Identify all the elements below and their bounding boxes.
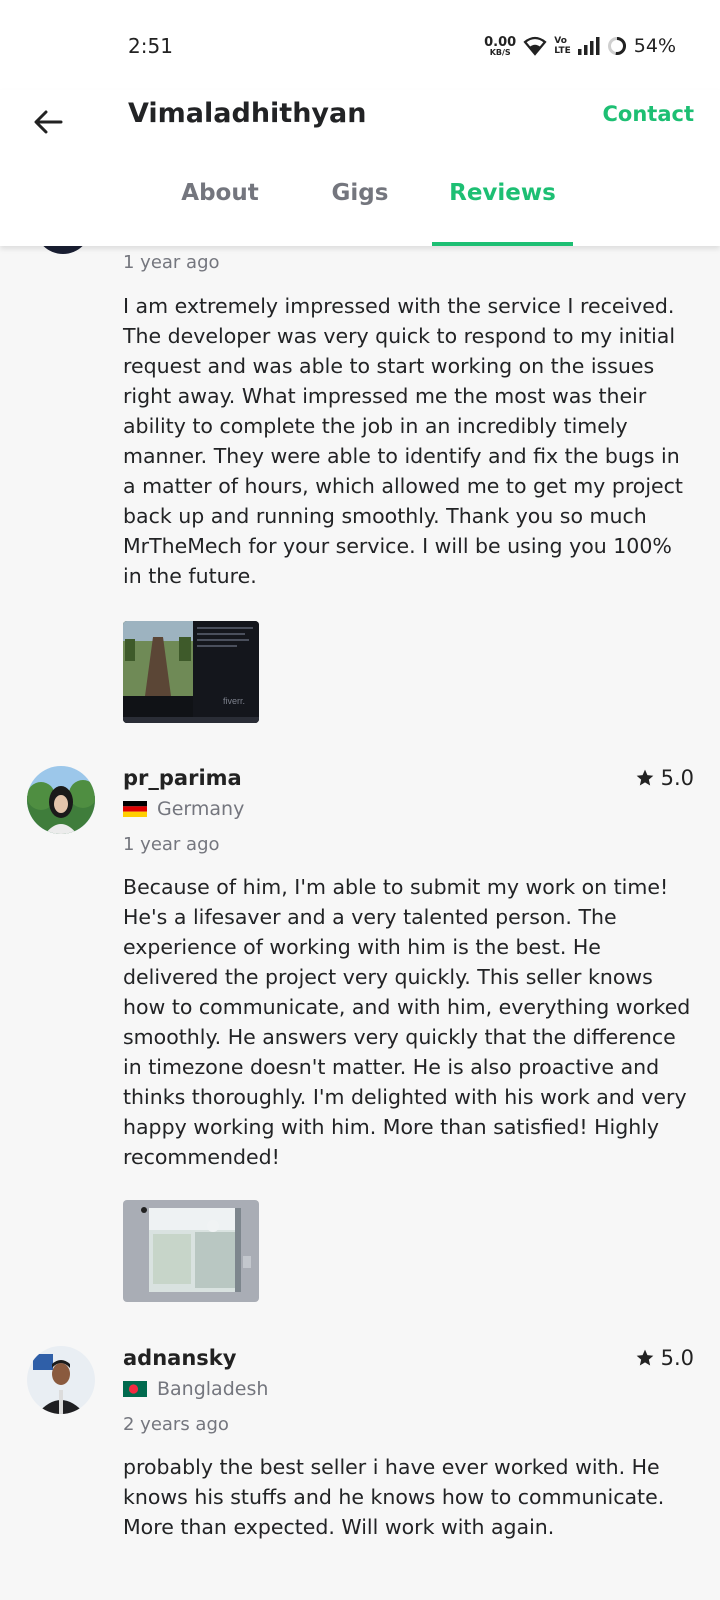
volte-indicator: Vo LTE <box>554 36 571 56</box>
avatar[interactable] <box>27 1346 95 1414</box>
review-attachment-image[interactable]: fiverr. <box>123 621 259 723</box>
network-speed-value: 0.00 <box>484 34 517 50</box>
tab-bar: About Gigs Reviews <box>0 174 720 246</box>
back-button[interactable] <box>28 102 68 142</box>
review-username[interactable]: pr_parima <box>123 766 242 790</box>
review-username[interactable]: adnansky <box>123 1346 236 1370</box>
battery-icon <box>607 36 626 55</box>
tab-about[interactable]: About <box>160 174 280 246</box>
wifi-icon <box>523 36 547 56</box>
arrow-left-icon <box>34 110 63 134</box>
network-speed: 0.00 KB/S <box>484 36 516 57</box>
game-screenshot-thumbnail: fiverr. <box>123 621 259 723</box>
avatar <box>35 246 91 254</box>
app-header: Vimaladhithyan Contact About Gigs Review… <box>0 90 720 246</box>
country-name: Bangladesh <box>157 1378 269 1400</box>
signal-icon <box>577 37 600 55</box>
germany-flag-icon <box>123 801 147 817</box>
review-rating: 5.0 <box>635 1346 694 1370</box>
avatar[interactable] <box>27 766 95 834</box>
rating-value: 5.0 <box>660 766 694 790</box>
review-text: probably the best seller i have ever wor… <box>123 1455 665 1539</box>
reviews-list[interactable]: 1 year ago I am extremely impressed with… <box>0 246 720 1600</box>
review-attachment-image[interactable] <box>123 1200 259 1302</box>
status-bar: 2:51 0.00 KB/S Vo LTE 54% <box>0 0 720 90</box>
tab-gigs[interactable]: Gigs <box>300 174 420 246</box>
country-name: Germany <box>157 798 245 820</box>
page-title: Vimaladhithyan <box>128 98 367 129</box>
rating-value: 5.0 <box>660 1346 694 1370</box>
review-text: Because of him, I'm able to submit my wo… <box>123 875 691 1169</box>
status-icons: 0.00 KB/S Vo LTE 54% <box>484 34 676 58</box>
user-photo <box>27 766 95 834</box>
status-time: 2:51 <box>128 34 173 58</box>
tab-reviews[interactable]: Reviews <box>432 174 573 246</box>
review-country: Germany <box>123 798 244 820</box>
review-text: I am extremely impressed with the servic… <box>123 294 683 588</box>
review-time: 1 year ago <box>123 834 220 855</box>
review-rating: 5.0 <box>635 766 694 790</box>
review-country: Bangladesh <box>123 1378 268 1400</box>
interior-render-thumbnail <box>123 1200 259 1302</box>
review-time: 2 years ago <box>123 1414 229 1435</box>
review-time: 1 year ago <box>123 252 220 273</box>
fiverr-watermark: fiverr. <box>223 696 245 706</box>
star-icon <box>636 769 653 786</box>
battery-percent: 54% <box>633 35 676 57</box>
star-icon <box>636 1349 653 1366</box>
user-photo <box>27 1346 95 1414</box>
network-speed-unit: KB/S <box>489 47 511 57</box>
contact-button[interactable]: Contact <box>603 102 695 126</box>
bangladesh-flag-icon <box>123 1381 147 1397</box>
